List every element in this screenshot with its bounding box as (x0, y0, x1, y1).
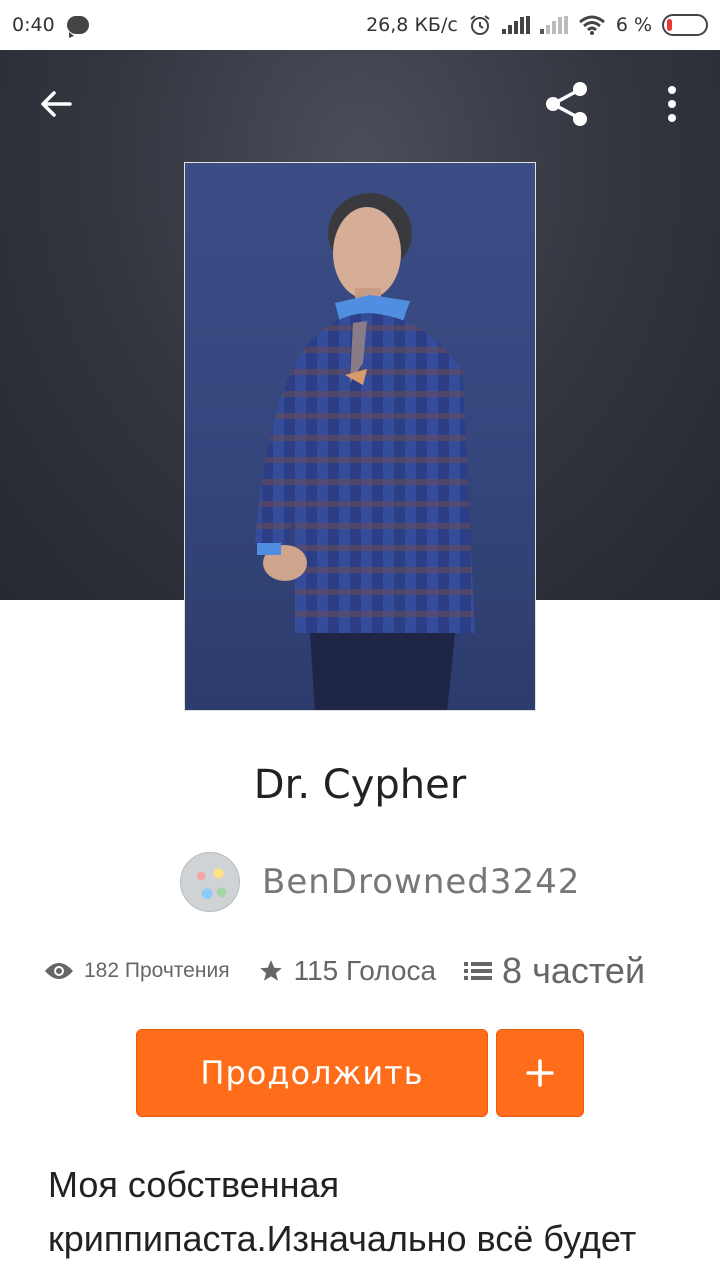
status-bar: 0:40 26,8 КБ/с 6 % (0, 0, 720, 50)
cover-portrait-image (255, 193, 475, 710)
continue-label: Продолжить (200, 1054, 424, 1092)
back-button[interactable] (32, 80, 80, 128)
eye-icon (45, 963, 73, 979)
chat-icon (66, 16, 89, 38)
reads-count: 182 Прочтения (84, 959, 230, 982)
add-to-library-button[interactable] (496, 1029, 584, 1117)
reads-stat: 182 Прочтения (44, 959, 230, 983)
alarm-icon (470, 15, 490, 35)
status-time: 0:40 (12, 14, 55, 36)
votes-count: 115 Голоса (293, 955, 437, 986)
plus-icon (526, 1059, 554, 1087)
more-vertical-icon (668, 86, 676, 122)
more-button[interactable] (648, 80, 696, 128)
story-title: Dr. Cypher (253, 762, 467, 808)
author-row[interactable]: BenDrowned3242 (180, 852, 580, 912)
votes-stat: 115 Голоса (258, 955, 436, 987)
story-stats: 182 Прочтения 115 Голоса 8 частей (44, 946, 645, 996)
parts-stat[interactable]: 8 частей (464, 950, 645, 992)
share-button[interactable] (543, 80, 591, 128)
star-icon (259, 960, 282, 981)
signal-weak-icon (539, 16, 568, 34)
share-icon (546, 82, 587, 126)
network-speed: 26,8 КБ/с (366, 14, 458, 36)
continue-reading-button[interactable]: Продолжить (136, 1029, 488, 1117)
author-name[interactable]: BenDrowned3242 (262, 862, 580, 902)
wifi-icon (578, 15, 605, 35)
author-avatar[interactable] (180, 852, 240, 912)
story-description: Моя собственная криппипаста.Изначально в… (48, 1164, 637, 1259)
arrow-left-icon (41, 91, 72, 117)
story-cover[interactable] (184, 162, 536, 711)
list-icon (464, 962, 493, 980)
parts-count[interactable]: 8 частей (502, 950, 645, 992)
battery-percent: 6 % (615, 14, 652, 36)
signal-icon (501, 16, 530, 34)
battery-icon (662, 14, 708, 36)
